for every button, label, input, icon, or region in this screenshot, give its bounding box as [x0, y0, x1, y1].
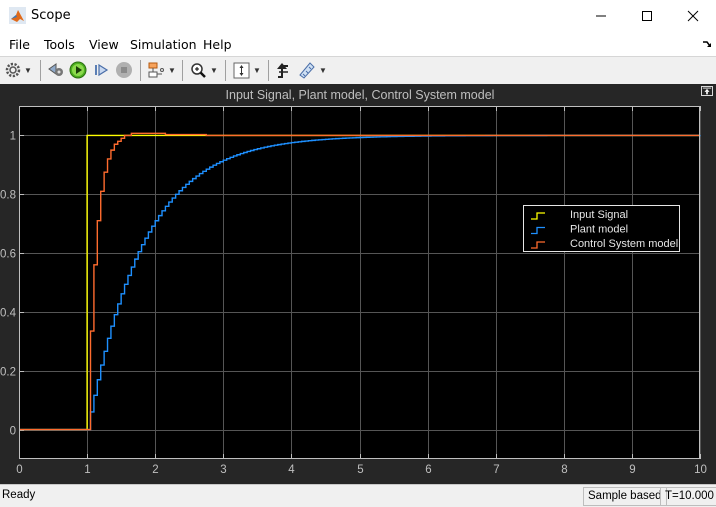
x-tick-label: 3: [220, 464, 226, 476]
simulation-time: T=10.000: [660, 487, 716, 506]
legend-label: Input Signal: [570, 209, 628, 221]
x-tick-label: 6: [425, 464, 431, 476]
x-tick-label: 7: [493, 464, 499, 476]
x-tick-label: 0: [16, 464, 22, 476]
x-tick-label: 4: [288, 464, 295, 476]
legend-label: Control System model: [570, 238, 678, 250]
x-tick-label: 10: [694, 464, 707, 476]
status-text: Ready: [2, 489, 36, 501]
y-tick-label: 0.4: [0, 308, 17, 320]
x-tick-label: 5: [357, 464, 363, 476]
sample-mode-indicator: Sample based: [583, 487, 667, 506]
y-tick-label: 0: [10, 426, 16, 438]
status-bar: Ready Sample based T=10.000: [0, 484, 716, 507]
y-tick-label: 0.8: [0, 190, 16, 202]
x-tick-label: 1: [84, 464, 90, 476]
legend-label: Plant model: [570, 224, 628, 236]
y-tick-label: 0.2: [0, 367, 16, 379]
chart-plot: 0 1 2 3 4 5 6 7 8 9 10 0 0.2 0.4 0.6 0.8 1 Input Signal P…: [0, 106, 707, 476]
axes-background: [19, 106, 700, 459]
legend[interactable]: Input Signal Plant model Control System mo…: [523, 205, 680, 252]
x-tick-label: 9: [629, 464, 635, 476]
y-tick-label: 1: [10, 131, 16, 143]
x-tick-label: 2: [152, 464, 158, 476]
x-tick-label: 8: [561, 464, 567, 476]
y-tick-label: 0.6: [0, 249, 16, 261]
